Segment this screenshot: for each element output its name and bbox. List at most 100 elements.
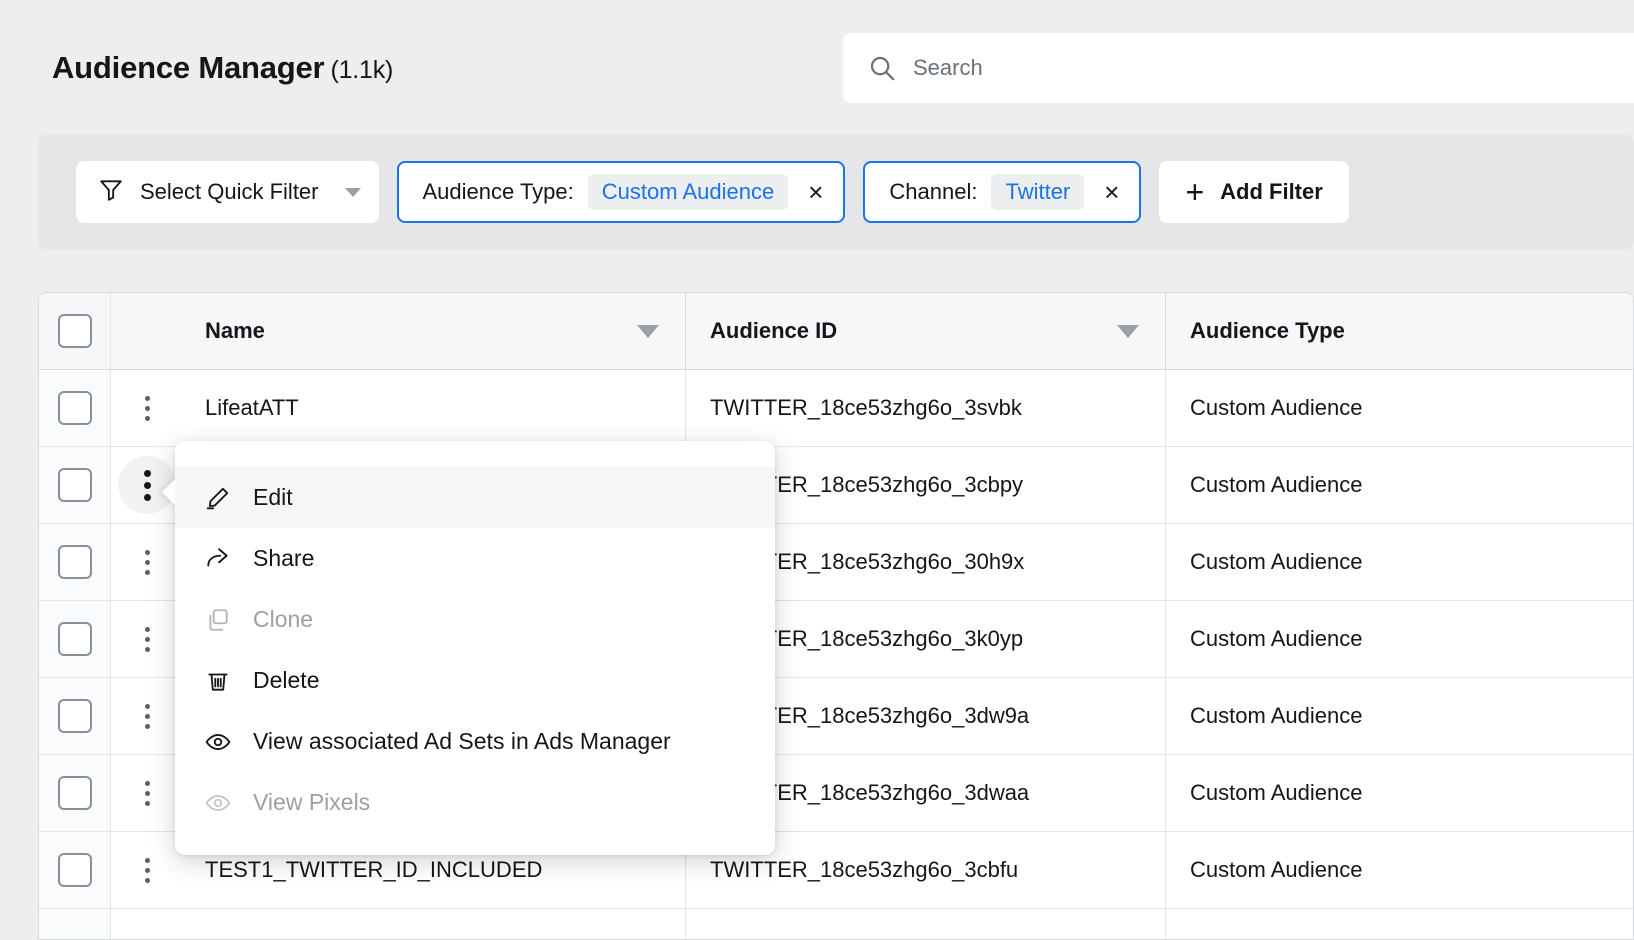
row-select-cell bbox=[39, 524, 111, 600]
menu-item-view-pixels-label: View Pixels bbox=[253, 789, 371, 815]
page-title-count: (1.1k) bbox=[330, 56, 394, 84]
row-menu-icon[interactable] bbox=[144, 857, 150, 883]
row-audience-type: Custom Audience bbox=[1190, 395, 1363, 420]
funnel-icon bbox=[98, 177, 124, 208]
filter-chip-audience-type[interactable]: Audience Type: Custom Audience × bbox=[396, 161, 846, 223]
column-header-name[interactable]: Name bbox=[183, 293, 686, 369]
row-select-cell bbox=[39, 832, 111, 908]
row-audience-type: Custom Audience bbox=[1190, 857, 1363, 882]
chip-value[interactable]: Twitter bbox=[991, 174, 1085, 210]
row-actions-cell bbox=[111, 370, 183, 446]
row-actions-cell bbox=[111, 601, 183, 677]
menu-item-edit[interactable]: Edit bbox=[175, 467, 775, 528]
row-checkbox[interactable] bbox=[57, 853, 92, 887]
row-type-cell: Custom Audience bbox=[1166, 755, 1633, 831]
row-checkbox[interactable] bbox=[57, 468, 92, 502]
filter-chip-channel[interactable]: Channel: Twitter × bbox=[863, 161, 1142, 223]
menu-item-delete-label: Delete bbox=[253, 667, 320, 693]
row-id-cell: TWITTER_18ce53zhg6o_3svbk bbox=[686, 370, 1166, 446]
row-select-cell bbox=[39, 447, 111, 523]
row-audience-type: Custom Audience bbox=[1190, 472, 1363, 497]
row-id-cell bbox=[686, 909, 1166, 939]
share-icon bbox=[203, 546, 233, 572]
search-input[interactable] bbox=[913, 55, 1634, 81]
menu-item-view-ad-sets[interactable]: View associated Ad Sets in Ads Manager bbox=[175, 711, 775, 772]
row-name: TEST1_TWITTER_ID_INCLUDED bbox=[205, 857, 543, 882]
page-header: Audience Manager (1.1k) bbox=[0, 0, 1634, 130]
row-name-cell bbox=[183, 909, 686, 939]
row-audience-id: TWITTER_18ce53zhg6o_3cbfu bbox=[710, 857, 1019, 882]
row-type-cell: Custom Audience bbox=[1166, 678, 1633, 754]
header-kebab-spacer bbox=[111, 293, 183, 369]
column-header-audience-type[interactable]: Audience Type bbox=[1166, 293, 1633, 369]
row-checkbox[interactable] bbox=[57, 622, 92, 656]
close-icon[interactable]: × bbox=[1104, 179, 1119, 205]
row-audience-type: Custom Audience bbox=[1190, 549, 1363, 574]
pencil-icon bbox=[203, 485, 233, 511]
row-menu-icon[interactable] bbox=[144, 549, 150, 575]
row-type-cell bbox=[1166, 909, 1633, 939]
copy-icon bbox=[203, 607, 233, 633]
table-row[interactable] bbox=[39, 909, 1633, 939]
row-menu-icon[interactable] bbox=[144, 703, 150, 729]
row-checkbox[interactable] bbox=[57, 545, 92, 579]
search-box[interactable] bbox=[843, 33, 1634, 103]
row-menu-icon[interactable] bbox=[144, 395, 150, 421]
row-select-cell bbox=[39, 601, 111, 677]
chip-key: Channel: bbox=[889, 179, 978, 204]
row-audience-id: TWITTER_18ce53zhg6o_3svbk bbox=[710, 395, 1022, 420]
chip-value[interactable]: Custom Audience bbox=[587, 174, 789, 210]
menu-item-clone-label: Clone bbox=[253, 606, 314, 632]
row-context-menu: Edit Share Clone Delete View associated … bbox=[161, 441, 775, 855]
row-type-cell: Custom Audience bbox=[1166, 447, 1633, 523]
row-menu-icon[interactable] bbox=[144, 780, 150, 806]
row-name: LifeatATT bbox=[205, 395, 299, 420]
row-select-cell bbox=[39, 755, 111, 831]
eye-icon bbox=[203, 729, 233, 755]
menu-item-share[interactable]: Share bbox=[175, 528, 775, 589]
eye-icon bbox=[203, 790, 233, 816]
select-all-checkbox[interactable] bbox=[57, 314, 92, 348]
filter-bar: Select Quick Filter Audience Type: Custo… bbox=[38, 134, 1634, 250]
page-title: Audience Manager (1.1k) bbox=[52, 50, 393, 86]
row-checkbox[interactable] bbox=[57, 776, 92, 810]
row-select-cell bbox=[39, 678, 111, 754]
select-quick-filter-button[interactable]: Select Quick Filter bbox=[76, 161, 379, 223]
row-select-cell bbox=[39, 370, 111, 446]
menu-item-view-pixels: View Pixels bbox=[175, 772, 775, 833]
column-header-name-label: Name bbox=[205, 318, 265, 343]
row-type-cell: Custom Audience bbox=[1166, 370, 1633, 446]
column-header-audience-type-label: Audience Type bbox=[1190, 318, 1345, 343]
menu-item-edit-label: Edit bbox=[253, 484, 293, 510]
sort-caret-icon[interactable] bbox=[637, 324, 659, 338]
row-audience-type: Custom Audience bbox=[1190, 703, 1363, 728]
row-checkbox[interactable] bbox=[57, 391, 92, 425]
sort-caret-icon[interactable] bbox=[1117, 324, 1139, 338]
close-icon[interactable]: × bbox=[808, 179, 823, 205]
menu-item-view-ad-sets-label: View associated Ad Sets in Ads Manager bbox=[253, 728, 671, 754]
plus-icon: + bbox=[1185, 174, 1205, 210]
row-actions-cell bbox=[111, 524, 183, 600]
page-title-text: Audience Manager bbox=[52, 50, 325, 85]
menu-item-clone: Clone bbox=[175, 589, 775, 650]
row-actions-cell bbox=[111, 832, 183, 908]
row-actions-cell bbox=[111, 909, 183, 939]
app-root: Audience Manager(1.1k) Select Quick Filt… bbox=[0, 0, 1634, 940]
row-actions-cell bbox=[111, 678, 183, 754]
add-filter-button[interactable]: + Add Filter bbox=[1159, 161, 1349, 223]
trash-icon bbox=[203, 668, 233, 694]
table-header-row: Name Audience ID Audience Type bbox=[39, 293, 1633, 370]
row-name-cell: LifeatATT bbox=[183, 370, 686, 446]
row-checkbox[interactable] bbox=[57, 699, 92, 733]
row-actions-cell bbox=[111, 755, 183, 831]
row-menu-icon[interactable] bbox=[144, 626, 150, 652]
chip-key: Audience Type: bbox=[422, 179, 574, 204]
row-type-cell: Custom Audience bbox=[1166, 601, 1633, 677]
table-row[interactable]: LifeatATT TWITTER_18ce53zhg6o_3svbk Cust… bbox=[39, 370, 1633, 447]
column-header-audience-id[interactable]: Audience ID bbox=[686, 293, 1166, 369]
chevron-down-icon[interactable] bbox=[344, 187, 361, 197]
search-icon bbox=[867, 53, 897, 83]
menu-item-delete[interactable]: Delete bbox=[175, 650, 775, 711]
menu-item-share-label: Share bbox=[253, 545, 315, 571]
select-all-cell bbox=[39, 293, 111, 369]
